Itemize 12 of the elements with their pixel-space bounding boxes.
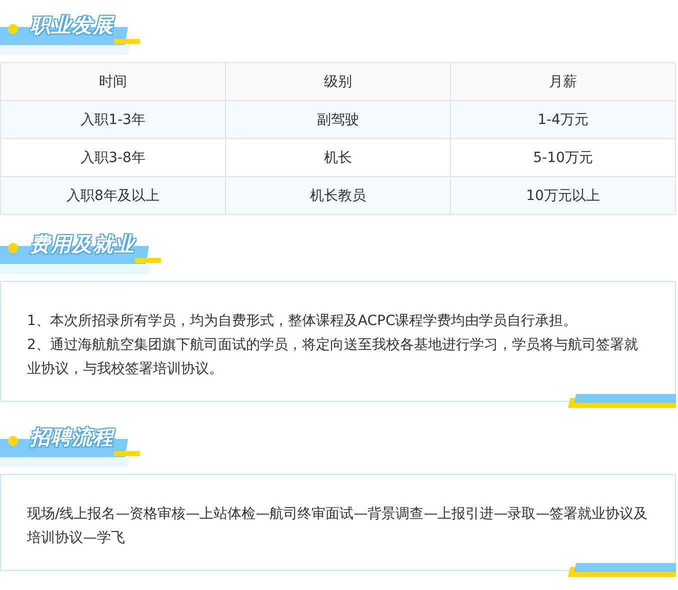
table-cell: 副驾驶: [226, 100, 450, 138]
column-header: 级别: [226, 62, 450, 100]
table-cell: 1-4万元: [450, 100, 676, 138]
table-cell: 入职1-3年: [0, 100, 226, 138]
table-cell: 机长教员: [226, 176, 450, 214]
paragraph: 现场/线上报名—资格审核—上站体检—航司终审面试—背景调查—上报引进—录取—签署就业协议及培训协议—学飞: [27, 505, 649, 548]
table-cell: 入职8年及以上: [0, 176, 226, 214]
table-cell: 10万元以上: [450, 176, 676, 214]
paragraph: 2、通过海航航空集团旗下航司面试的学员，将定向送至我校各基地进行学习，学员将与航司签署就业协议，与我校签署培训协议。: [27, 336, 639, 379]
column-header: 月薪: [450, 62, 676, 100]
paragraph: 1、本次所招录所有学员，均为自费形式，整体课程及ACPC课程学费均由学员自行承担。: [27, 312, 578, 331]
column-header: 时间: [0, 62, 226, 100]
